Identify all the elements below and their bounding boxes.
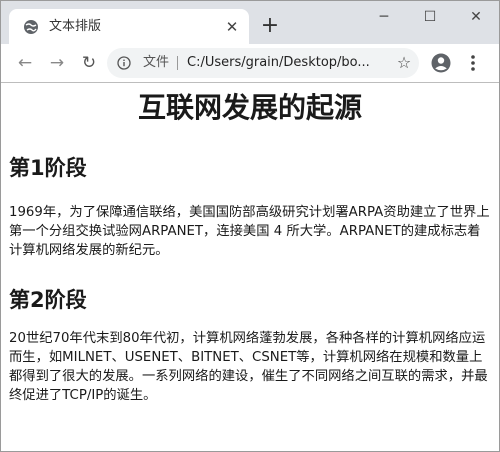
- back-button[interactable]: ←: [15, 53, 35, 73]
- minimize-button[interactable]: ─: [361, 1, 407, 33]
- address-bar[interactable]: 文件 C:/Users/grain/Desktop/bo... ☆: [107, 48, 419, 78]
- forward-button[interactable]: →: [47, 53, 67, 73]
- tab-close-icon[interactable]: ✕: [223, 18, 241, 36]
- address-divider: [177, 56, 178, 70]
- new-tab-button[interactable]: +: [259, 15, 281, 37]
- tab-strip: 文本排版 ✕ + ─ ☐ ✕: [1, 1, 499, 44]
- tab-active[interactable]: 文本排版 ✕: [9, 9, 249, 44]
- page-title: 互联网发展的起源: [137, 91, 362, 124]
- bookmark-star-icon[interactable]: ☆: [395, 54, 413, 72]
- page-content: 互联网发展的起源 第1阶段 1969年，为了保障通信联络，美国国防部高级研究计划…: [1, 83, 499, 451]
- browser-window: 文本排版 ✕ + ─ ☐ ✕ ← → ↻ 文件 C:/Users/grain/D…: [0, 0, 500, 452]
- section-heading-1: 第1阶段: [9, 156, 87, 180]
- url-text[interactable]: C:/Users/grain/Desktop/bo...: [187, 54, 383, 72]
- close-window-button[interactable]: ✕: [453, 1, 499, 33]
- toolbar: ← → ↻ 文件 C:/Users/grain/Desktop/bo... ☆: [1, 44, 499, 83]
- reload-button[interactable]: ↻: [79, 53, 99, 73]
- section-body-2: 20世纪70年代末到80年代初，计算机网络蓬勃发展，各种各样的计算机网络应运而生…: [9, 331, 488, 403]
- section-body-1: 1969年，为了保障通信联络，美国国防部高级研究计划署ARPA资助建立了世界上第…: [9, 205, 490, 258]
- more-vertical-icon[interactable]: [467, 53, 479, 73]
- account-icon[interactable]: [431, 53, 451, 73]
- tab-title: 文本排版: [49, 19, 102, 34]
- maximize-button[interactable]: ☐: [407, 1, 453, 33]
- scheme-label: 文件: [143, 55, 170, 70]
- info-icon[interactable]: [117, 56, 131, 70]
- globe-icon: [24, 20, 38, 34]
- section-heading-2: 第2阶段: [9, 288, 87, 312]
